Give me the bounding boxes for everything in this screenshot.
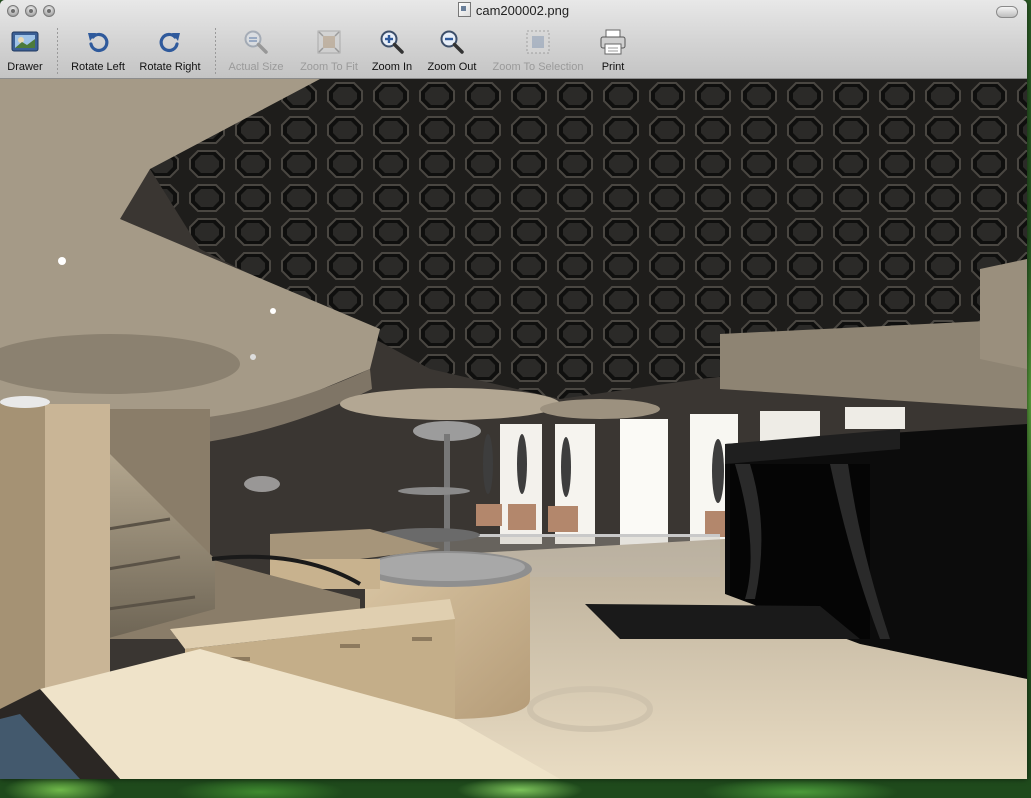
- window-title-text: cam200002.png: [475, 3, 570, 18]
- rotate-left-button[interactable]: Rotate Left: [66, 26, 130, 76]
- zoom-to-fit-button[interactable]: Zoom To Fit: [292, 26, 366, 76]
- preview-window: cam200002.png Drawer Rotate Left Rotate …: [0, 0, 1027, 779]
- actual-size-label: Actual Size: [228, 61, 284, 73]
- toolbar-separator: [57, 28, 58, 74]
- zoom-in-button[interactable]: Zoom In: [366, 26, 418, 76]
- zoom-in-icon: [380, 30, 404, 54]
- zoom-to-fit-icon: [317, 30, 341, 54]
- zoom-in-label: Zoom In: [371, 61, 413, 73]
- toolbar: Drawer Rotate Left Rotate Right Actual S…: [0, 26, 1027, 76]
- rotate-right-button[interactable]: Rotate Right: [134, 26, 206, 76]
- zoom-to-selection-label: Zoom To Selection: [492, 61, 584, 73]
- actual-size-icon: [244, 30, 268, 54]
- rotate-right-icon: [159, 32, 180, 53]
- rotate-left-icon: [88, 32, 109, 53]
- zoom-out-icon: [440, 30, 464, 54]
- rotate-right-label: Rotate Right: [139, 61, 201, 73]
- drawer-label: Drawer: [7, 61, 43, 73]
- printer-icon: [600, 29, 626, 55]
- window-title: cam200002.png: [0, 2, 1027, 20]
- rendered-image: [0, 79, 1027, 779]
- toolbar-toggle-button[interactable]: [996, 6, 1018, 18]
- drawer-button[interactable]: Drawer: [4, 26, 46, 76]
- print-label: Print: [601, 61, 625, 73]
- toolbar-separator: [215, 28, 216, 74]
- zoom-out-button[interactable]: Zoom Out: [422, 26, 482, 76]
- rotate-left-label: Rotate Left: [71, 61, 125, 73]
- image-viewer[interactable]: [0, 79, 1027, 779]
- zoom-to-fit-label: Zoom To Fit: [300, 61, 358, 73]
- document-proxy-icon[interactable]: [457, 2, 471, 17]
- print-button[interactable]: Print: [594, 26, 632, 76]
- zoom-to-selection-button[interactable]: Zoom To Selection: [486, 26, 590, 76]
- zoom-out-label: Zoom Out: [427, 61, 477, 73]
- drawer-icon: [11, 31, 39, 52]
- actual-size-button[interactable]: Actual Size: [224, 26, 288, 76]
- zoom-to-selection-icon: [526, 30, 550, 54]
- unified-titlebar-toolbar: cam200002.png Drawer Rotate Left Rotate …: [0, 0, 1027, 79]
